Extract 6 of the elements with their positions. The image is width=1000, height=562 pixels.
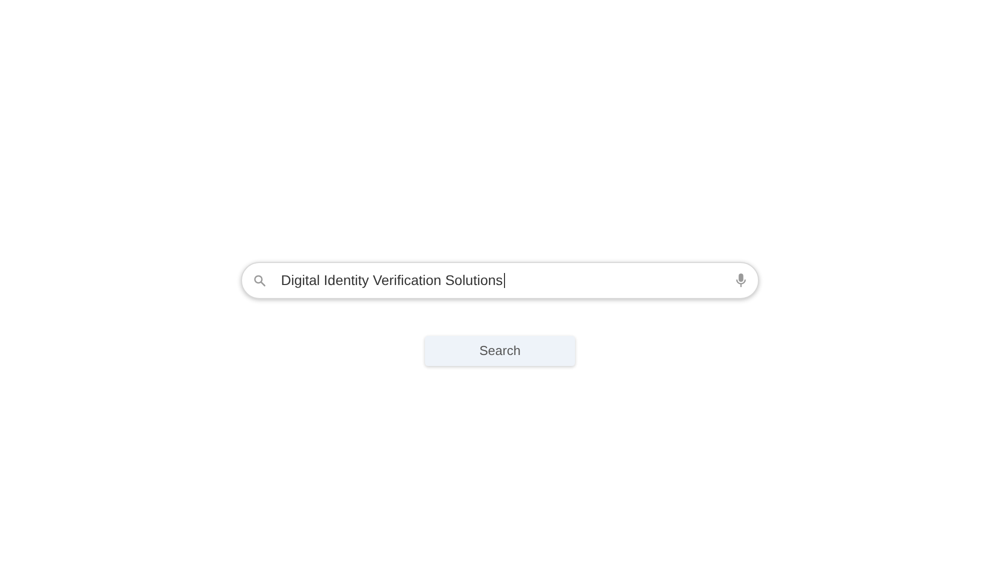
search-button[interactable]: Search <box>425 336 575 366</box>
search-icon <box>253 274 266 287</box>
search-field[interactable]: Digital Identity Verification Solutions <box>241 262 759 299</box>
text-cursor <box>504 273 505 288</box>
search-text: Digital Identity Verification Solutions <box>281 271 503 290</box>
microphone-icon[interactable] <box>735 273 747 288</box>
